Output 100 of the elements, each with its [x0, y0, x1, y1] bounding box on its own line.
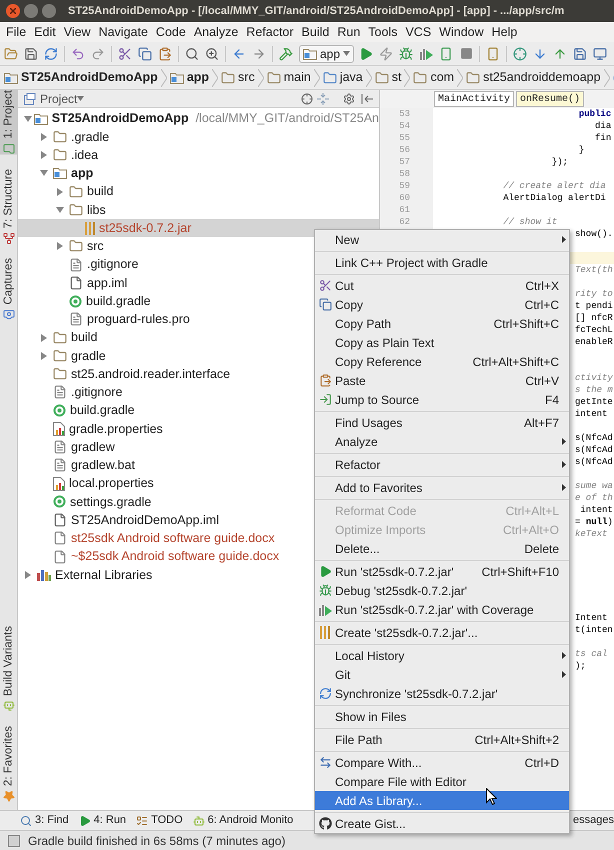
menu-item[interactable]: Local History	[315, 646, 569, 665]
tool-window-tab[interactable]: 7: Structure	[0, 168, 18, 244]
tool-window-tab[interactable]: Build Variants	[0, 626, 18, 712]
breadcrumb-item[interactable]: st	[374, 68, 404, 87]
menu-bar-item[interactable]: Help	[488, 22, 522, 42]
code-line: });	[550, 157, 568, 167]
run-config-dropdown[interactable]: app	[299, 44, 354, 62]
folder-icon	[221, 70, 236, 84]
expand-arrow-icon[interactable]	[40, 169, 48, 178]
menu-bar-item[interactable]: Window	[435, 22, 488, 42]
tree-item[interactable]: .idea	[18, 146, 379, 164]
tool-window-tab[interactable]: 3: Find	[20, 812, 69, 829]
breadcrumb-item[interactable]: st25androiddemoapp	[466, 68, 604, 87]
menu-item[interactable]: Create 'st25sdk-0.7.2.jar'...	[315, 623, 569, 642]
menu-item[interactable]: Analyze	[315, 432, 569, 451]
tool-window-tab[interactable]: essages	[573, 812, 614, 829]
menu-bar-item[interactable]: Navigate	[94, 22, 152, 42]
breadcrumb-item[interactable]: com	[413, 68, 458, 87]
nav-crumb[interactable]: onResume()	[516, 91, 584, 107]
code-line: fin	[594, 133, 612, 143]
sync-icon	[318, 686, 332, 700]
breadcrumb-item[interactable]: ST25AndroidDemoApp	[4, 68, 161, 87]
menu-item[interactable]: Create Gist...	[315, 814, 569, 833]
code-line: getInte	[575, 397, 613, 407]
menu-item[interactable]: Debug 'st25sdk-0.7.2.jar'	[315, 581, 569, 600]
menu-item[interactable]: Add to Favorites	[315, 478, 569, 497]
tool-window-tab[interactable]: 2: Favorites	[0, 726, 18, 802]
expand-arrow-icon[interactable]	[56, 242, 64, 250]
tool-window-tab[interactable]: 6: Android Monito	[192, 812, 294, 829]
breadcrumb-item[interactable]: java	[322, 68, 366, 87]
breadcrumb-item[interactable]: main	[266, 68, 314, 87]
tree-item[interactable]: libs	[18, 200, 379, 219]
tree-item[interactable]: .gradle	[18, 128, 379, 146]
tool-window-tab[interactable]: TODO	[136, 812, 183, 829]
code-comment: s the m	[575, 385, 613, 395]
menu-item[interactable]: Copy Path Ctrl+Shift+C	[315, 314, 569, 333]
module-folder-icon	[4, 70, 18, 84]
menu-item[interactable]: Find Usages Alt+F7	[315, 413, 569, 432]
code-line: [] nfcR	[575, 313, 613, 323]
menu-item[interactable]: Delete... Delete	[315, 539, 569, 558]
code-comment: ctivity	[575, 373, 613, 383]
tool-window-tab[interactable]: 4: Run	[78, 812, 126, 829]
expand-arrow-icon[interactable]	[40, 352, 48, 360]
tool-window-tab[interactable]: 1: Project	[0, 90, 18, 155]
code-line: t pendi	[575, 301, 613, 311]
menu-bar-item[interactable]: VCS	[401, 22, 436, 42]
menu-item[interactable]: Copy Reference Ctrl+Alt+Shift+C	[315, 352, 569, 371]
close-icon	[10, 8, 16, 14]
menu-bar-item[interactable]: Code	[152, 22, 190, 42]
menu-bar-item[interactable]: Edit	[30, 22, 60, 42]
menu-item[interactable]: Compare File with Editor	[315, 772, 569, 791]
menu-item[interactable]: Run 'st25sdk-0.7.2.jar' Ctrl+Shift+F10	[315, 562, 569, 581]
menu-bar-item[interactable]: Run	[333, 22, 364, 42]
menu-item[interactable]: Run 'st25sdk-0.7.2.jar' with Coverage	[315, 600, 569, 619]
text-file-icon	[53, 385, 67, 400]
tree-item[interactable]: build	[18, 182, 379, 201]
expand-arrow-icon[interactable]	[40, 132, 48, 141]
menu-item[interactable]: Copy Ctrl+C	[315, 295, 569, 314]
nav-crumb[interactable]: MainActivity	[434, 91, 514, 107]
expand-arrow-icon[interactable]	[24, 114, 32, 123]
menu-item[interactable]: Synchronize 'st25sdk-0.7.2.jar'	[315, 684, 569, 703]
menu-item[interactable]: Show in Files	[315, 707, 569, 726]
maximize-button[interactable]	[42, 4, 56, 18]
menu-bar-item[interactable]: View	[60, 22, 95, 42]
menu-bar-item[interactable]: Refactor	[242, 22, 298, 42]
menu-item[interactable]: Compare With... Ctrl+D	[315, 753, 569, 772]
menu-bar-item[interactable]: Analyze	[190, 22, 242, 42]
expand-arrow-icon[interactable]	[40, 334, 48, 342]
file-icon	[53, 550, 67, 564]
menu-item[interactable]: Link C++ Project with Gradle	[315, 253, 569, 272]
chart-file-icon	[53, 422, 65, 436]
expand-arrow-icon[interactable]	[56, 188, 64, 196]
menu-item[interactable]: Copy as Plain Text	[315, 333, 569, 352]
expand-arrow-icon[interactable]	[40, 151, 48, 160]
expand-arrow-icon[interactable]	[24, 570, 32, 579]
breadcrumb-separator-icon	[160, 68, 167, 86]
menu-item[interactable]: Refactor	[315, 455, 569, 474]
menu-item[interactable]: File Path Ctrl+Alt+Shift+2	[315, 730, 569, 749]
close-button[interactable]	[6, 4, 20, 18]
tool-window-tab[interactable]: Captures	[0, 258, 18, 321]
menu-bar-item[interactable]: Tools	[364, 22, 402, 42]
menu-item[interactable]: Add As Library...	[315, 791, 569, 810]
star-icon	[3, 790, 15, 802]
minimize-button[interactable]	[24, 4, 38, 18]
code-line: intent	[579, 505, 613, 515]
tree-item[interactable]: ST25AndroidDemoApp /local/MMY_GIT/android/ST25An	[18, 110, 379, 128]
menu-item[interactable]: Jump to Source F4	[315, 390, 569, 409]
tree-item[interactable]: app	[18, 164, 379, 182]
code-line: s(NfcAd	[575, 433, 613, 443]
breadcrumb-item[interactable]: src	[221, 68, 258, 87]
bug-icon	[318, 584, 332, 598]
menu-bar-item[interactable]: File	[2, 22, 30, 42]
menu-bar-item[interactable]: Build	[298, 22, 334, 42]
menu-item[interactable]: Git	[315, 665, 569, 684]
expand-arrow-icon[interactable]	[56, 206, 64, 214]
collapse-icon[interactable]	[315, 90, 331, 106]
menu-item[interactable]: Paste Ctrl+V	[315, 371, 569, 390]
menu-item[interactable]: Cut Ctrl+X	[315, 276, 569, 295]
breadcrumb-item[interactable]: app	[170, 68, 212, 87]
locate-icon[interactable]	[299, 90, 315, 106]
